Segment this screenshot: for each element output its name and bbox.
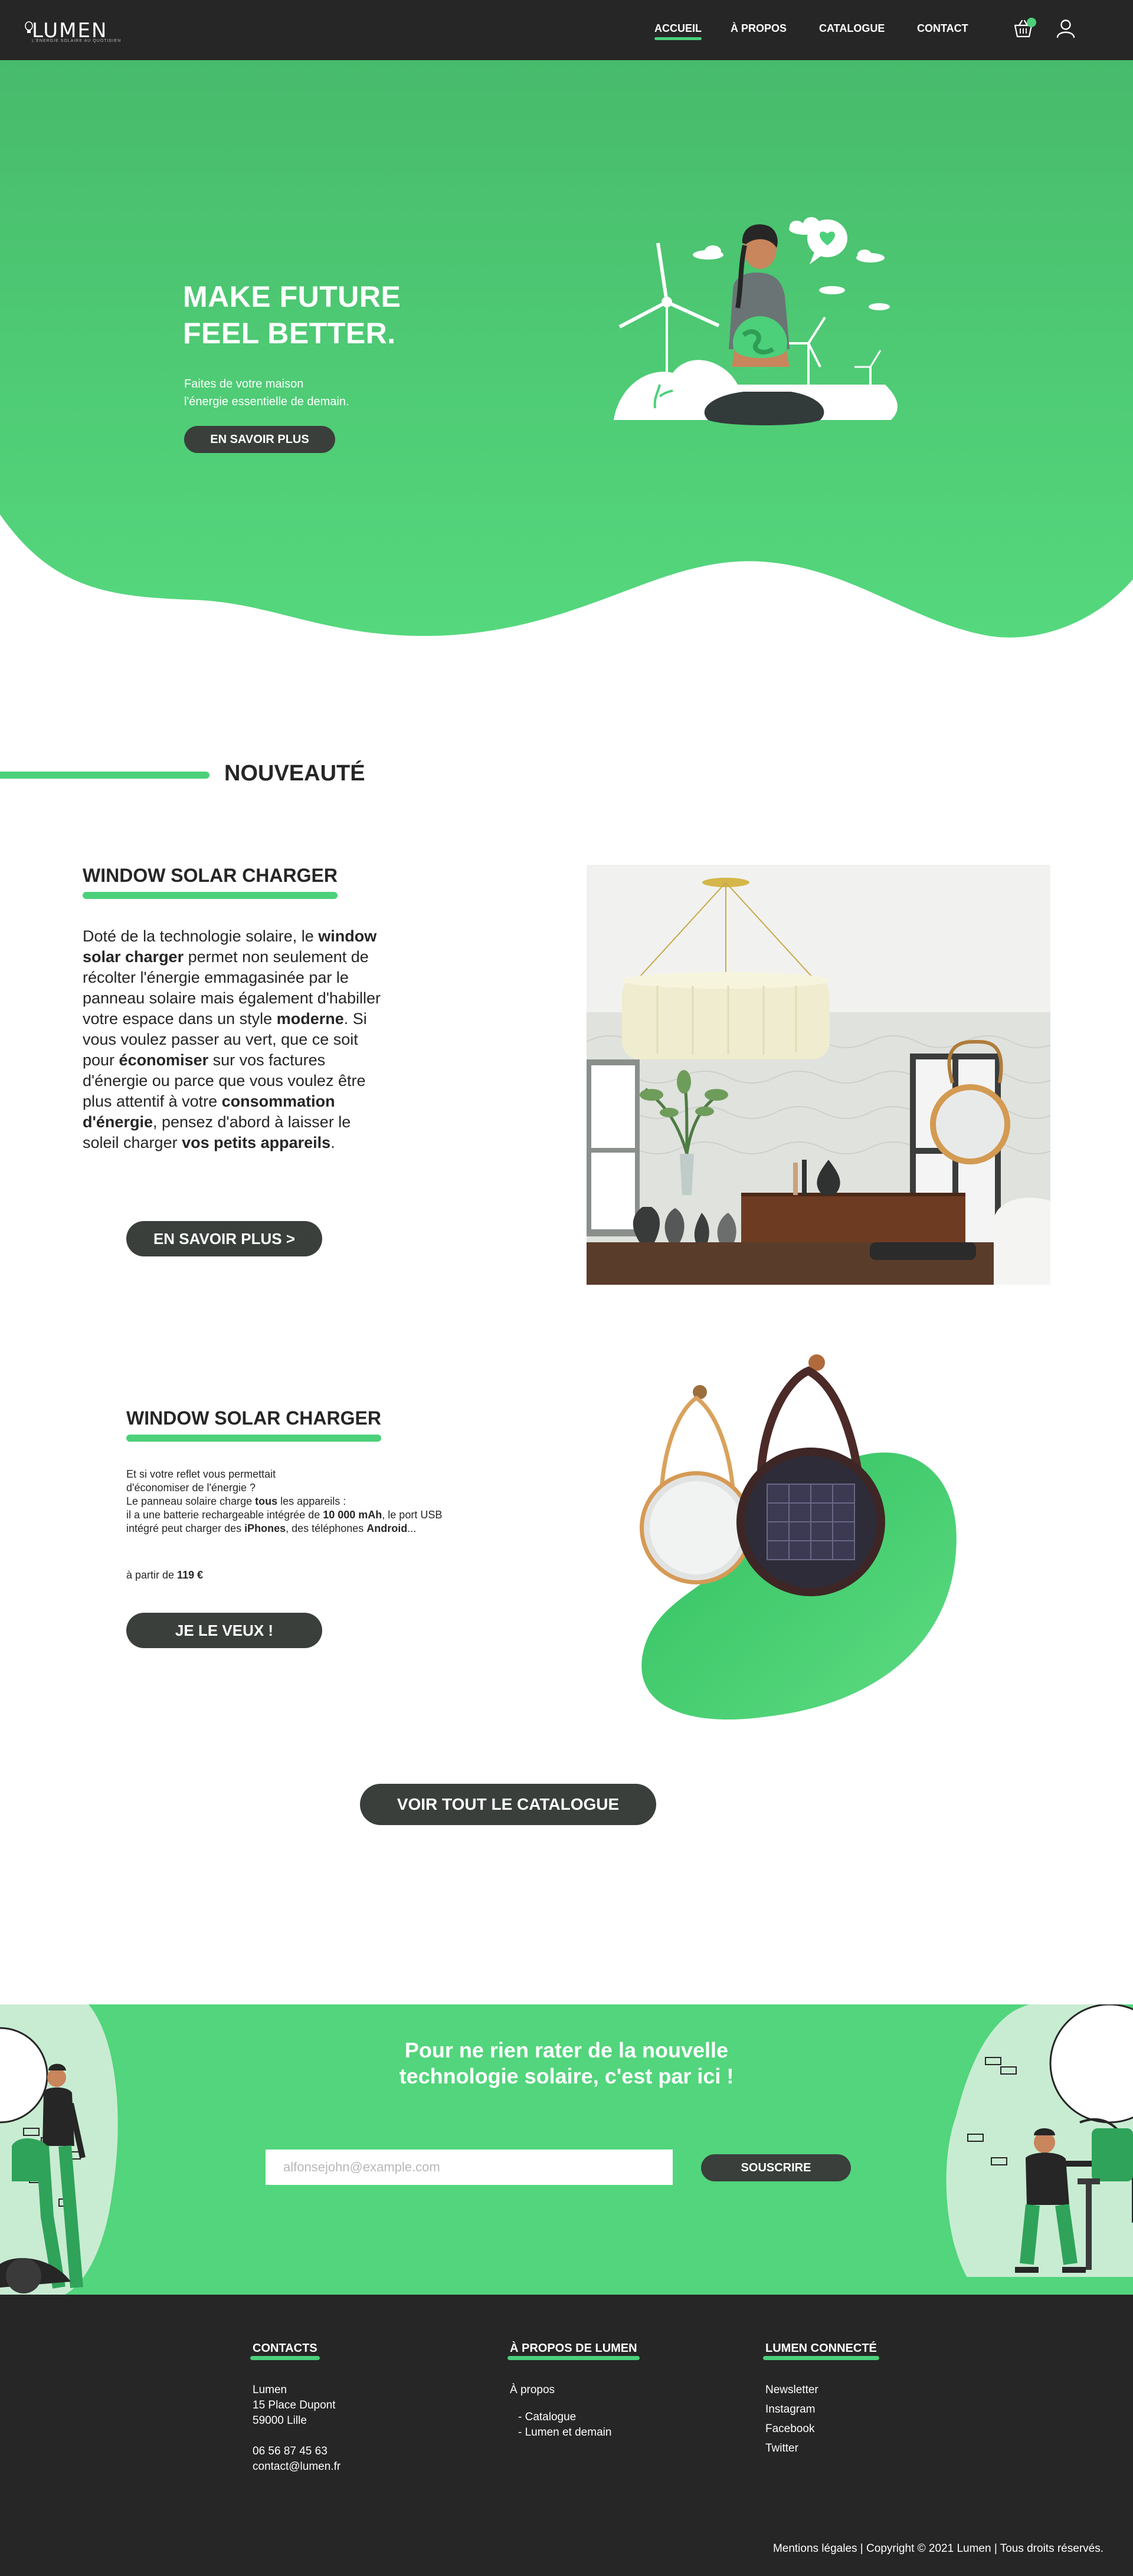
product-1-title: WINDOW SOLAR CHARGER (83, 865, 338, 886)
footer-link-catalogue[interactable]: - Catalogue (510, 2410, 637, 2425)
footer-connected-heading: LUMEN CONNECTÉ (763, 2342, 879, 2360)
product-1-description-segment: moderne (276, 1010, 344, 1028)
user-icon[interactable] (1055, 18, 1076, 39)
hero-learn-more-button[interactable]: EN SAVOIR PLUS (184, 426, 335, 453)
mirrors-solar-panel-image (640, 1354, 957, 1720)
footer-connected: LUMEN CONNECTÉ Newsletter Instagram Face… (763, 2342, 879, 2460)
footer-about-heading: À PROPOS DE LUMEN (507, 2342, 640, 2360)
product-1-description-segment: Doté de la technologie solaire, le (83, 927, 319, 945)
newsletter-title-line-1: Pour ne rien rater de la nouvelle (404, 2038, 729, 2062)
hero-subtitle-line-1: Faites de votre maison (184, 378, 304, 390)
cart-badge (1027, 18, 1036, 27)
product-2-description: Et si votre reflet vous permettait d'écon… (126, 1468, 516, 1535)
product-1-description-segment: économiser (119, 1051, 209, 1069)
logo[interactable]: LUMEN L'ÉNERGIE SOLAIRE AU QUOTIDIEN (25, 18, 122, 44)
section-accent-bar (0, 772, 209, 779)
footer-rights: Tous droits réservés. (1000, 2542, 1103, 2555)
left-lightbulb-man-illustration (0, 2004, 118, 2295)
product-2-description-segment: ... (407, 1522, 417, 1534)
product-2-description-segment: les appareils : (277, 1495, 346, 1507)
footer-link-facebook[interactable]: Facebook (765, 2421, 877, 2437)
footer-link-instagram[interactable]: Instagram (765, 2402, 877, 2417)
hero-background (0, 60, 1133, 638)
product-1-learn-more-button[interactable]: EN SAVOIR PLUS > (126, 1221, 322, 1256)
newsletter-title: Pour ne rien rater de la nouvelle techno… (330, 2037, 803, 2089)
interior-photo-art (587, 865, 1050, 1285)
footer-about: À PROPOS DE LUMEN À propos - Catalogue -… (507, 2342, 640, 2440)
footer-email[interactable]: contact@lumen.fr (253, 2459, 340, 2475)
product-2-description-segment: , des téléphones (286, 1522, 367, 1534)
footer-link-lumen-demain[interactable]: - Lumen et demain (510, 2425, 637, 2440)
logo-tagline: L'ÉNERGIE SOLAIRE AU QUOTIDIEN (32, 39, 122, 43)
hero-title-line-1: MAKE FUTURE (183, 280, 401, 313)
footer-link-about[interactable]: À propos (510, 2383, 637, 2398)
right-lightbulb-man-illustration (946, 2004, 1133, 2277)
price-prefix: à partir de (126, 1569, 178, 1581)
nav-link-catalogue[interactable]: CATALOGUE (819, 22, 885, 35)
footer-spacer (253, 2429, 340, 2444)
footer-legal-separator-2: | (991, 2542, 1000, 2555)
product-2-description-segment: , le port USB (382, 1509, 443, 1521)
section-title: NOUVEAUTÉ (224, 761, 365, 786)
view-catalog-button[interactable]: VOIR TOUT LE CATALOGUE (360, 1784, 656, 1825)
footer-legal: Mentions légales | Copyright © 2021 Lume… (773, 2542, 1103, 2555)
product-2-price: à partir de 119 € (126, 1569, 203, 1581)
footer-phone[interactable]: 06 56 87 45 63 (253, 2444, 340, 2459)
product-2-description-segment: il a une batterie rechargeable intégrée … (126, 1509, 323, 1521)
hero-title: MAKE FUTURE FEEL BETTER. (183, 278, 401, 352)
product-2-description-segment: intégré peut charger des (126, 1522, 245, 1534)
interior-room-photo (587, 865, 1050, 1285)
footer-city: 59000 Lille (253, 2414, 307, 2427)
newsletter-title-line-2: technologie solaire, c'est par ici ! (399, 2064, 734, 2088)
product-2-description-segment: d'économiser de l'énergie ? (126, 1482, 256, 1494)
product-2-description-segment: tous (255, 1495, 278, 1507)
newsletter-section: Pour ne rien rater de la nouvelle techno… (0, 2004, 1133, 2295)
product-1-description: Doté de la technologie solaire, le windo… (83, 926, 389, 1153)
footer-contacts: CONTACTS Lumen 15 Place Dupont 59000 Lil… (250, 2342, 340, 2475)
product-2-title-underline (126, 1435, 381, 1442)
footer-company-name: Lumen (253, 2384, 287, 2396)
footer-street: 15 Place Dupont (253, 2399, 336, 2411)
product-2-title: WINDOW SOLAR CHARGER (126, 1407, 381, 1429)
newsletter-email-input[interactable] (266, 2150, 673, 2185)
product-1-description-segment: vos petits appareils (182, 1134, 331, 1151)
footer-legal-separator-1: | (857, 2542, 867, 2555)
nav-link-a-propos[interactable]: À PROPOS (731, 22, 787, 35)
nav-link-accueil[interactable]: ACCUEIL (654, 22, 702, 40)
footer-legal-mentions[interactable]: Mentions légales (773, 2542, 857, 2555)
hero-title-line-2: FEEL BETTER. (183, 317, 396, 350)
price-value: 119 € (177, 1569, 204, 1581)
product-2-description-segment: Android (366, 1522, 408, 1534)
hero-section: MAKE FUTURE FEEL BETTER. Faites de votre… (0, 60, 1133, 644)
product-2-buy-button[interactable]: JE LE VEUX ! (126, 1613, 322, 1648)
product-2-description-segment: iPhones (244, 1522, 286, 1534)
hero-illustration (614, 217, 898, 425)
product-2-description-segment: 10 000 mAh (323, 1509, 382, 1521)
footer-link-twitter[interactable]: Twitter (765, 2441, 877, 2456)
footer: CONTACTS Lumen 15 Place Dupont 59000 Lil… (0, 2295, 1133, 2576)
nav-link-contact[interactable]: CONTACT (917, 22, 968, 35)
product-1-description-segment: . (330, 1134, 335, 1151)
footer-copyright: Copyright © 2021 Lumen (866, 2542, 991, 2555)
hero-subtitle: Faites de votre maison l'énergie essenti… (184, 375, 420, 411)
hero-subtitle-line-2: l'énergie essentielle de demain. (184, 395, 349, 408)
product-2-description-segment: Le panneau solaire charge (126, 1495, 256, 1507)
footer-link-newsletter[interactable]: Newsletter (765, 2383, 877, 2398)
newsletter-subscribe-button[interactable]: SOUSCRIRE (701, 2154, 851, 2181)
product-1-title-underline (83, 892, 338, 899)
product-2-description-segment: Et si votre reflet vous permettait (126, 1468, 276, 1480)
top-navbar: LUMEN L'ÉNERGIE SOLAIRE AU QUOTIDIEN ACC… (0, 0, 1133, 60)
footer-contacts-heading: CONTACTS (250, 2342, 320, 2360)
